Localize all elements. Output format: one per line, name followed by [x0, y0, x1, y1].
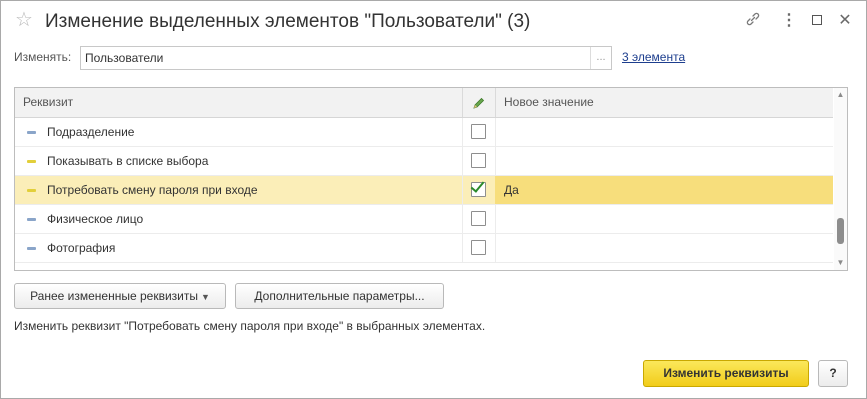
- table-row[interactable]: Фотография: [15, 234, 833, 263]
- table-header: Реквизит Новое значение: [15, 88, 833, 118]
- scroll-thumb[interactable]: [837, 218, 844, 244]
- new-value-cell[interactable]: Да: [495, 176, 833, 204]
- attribute-marker-icon: [27, 160, 36, 163]
- dropdown-arrow-icon: ▼: [200, 292, 210, 302]
- maximize-icon[interactable]: [807, 11, 827, 31]
- attribute-name: Потребовать смену пароля при входе: [47, 183, 258, 197]
- more-icon[interactable]: ⋮: [779, 11, 799, 31]
- attributes-table: Реквизит Новое значение Подразделение По…: [14, 87, 848, 271]
- change-checkbox[interactable]: [471, 153, 486, 168]
- attribute-name: Показывать в списке выбора: [47, 154, 209, 168]
- hint-text: Изменить реквизит "Потребовать смену пар…: [14, 319, 486, 333]
- help-button[interactable]: ?: [818, 360, 848, 387]
- column-rekvizit[interactable]: Реквизит: [23, 88, 73, 117]
- new-value-cell[interactable]: [495, 118, 833, 146]
- link-icon[interactable]: [743, 11, 763, 31]
- attribute-marker-icon: [27, 247, 36, 250]
- scroll-down-icon[interactable]: ▼: [836, 258, 845, 268]
- table-row[interactable]: Подразделение: [15, 118, 833, 147]
- attribute-name: Фотография: [47, 241, 116, 255]
- column-new-value[interactable]: Новое значение: [504, 88, 594, 117]
- table-scrollbar[interactable]: ▲ ▼: [834, 88, 847, 270]
- new-value-cell[interactable]: [495, 205, 833, 233]
- window-title: Изменение выделенных элементов "Пользова…: [45, 11, 531, 32]
- checkmark-icon: [470, 178, 485, 193]
- scroll-up-icon[interactable]: ▲: [836, 90, 845, 100]
- attribute-marker-icon: [27, 218, 36, 221]
- close-icon[interactable]: ✕: [835, 11, 855, 31]
- apply-button[interactable]: Изменить реквизиты: [643, 360, 809, 387]
- new-value-cell[interactable]: [495, 147, 833, 175]
- attribute-marker-icon: [27, 189, 36, 192]
- attribute-name: Подразделение: [47, 125, 135, 139]
- change-input[interactable]: [81, 47, 587, 69]
- star-icon[interactable]: ☆: [15, 10, 33, 30]
- attribute-name: Физическое лицо: [47, 212, 144, 226]
- choose-button[interactable]: ...: [590, 47, 611, 69]
- table-row[interactable]: Показывать в списке выбора: [15, 147, 833, 176]
- change-checkbox[interactable]: [471, 211, 486, 226]
- edit-selected-elements-window: ☆ Изменение выделенных элементов "Пользо…: [0, 0, 867, 399]
- change-checkbox-checked[interactable]: [470, 178, 486, 197]
- additional-params-button[interactable]: Дополнительные параметры...: [235, 283, 444, 309]
- pencil-icon: [462, 88, 496, 117]
- change-checkbox[interactable]: [471, 124, 486, 139]
- table-row-selected[interactable]: Потребовать смену пароля при входе Да: [15, 176, 833, 205]
- change-label: Изменять:: [14, 50, 72, 64]
- change-field[interactable]: ...: [80, 46, 612, 70]
- change-checkbox[interactable]: [471, 240, 486, 255]
- table-row[interactable]: Физическое лицо: [15, 205, 833, 234]
- previous-changed-button[interactable]: Ранее измененные реквизиты ▼: [14, 283, 226, 309]
- elements-count-link[interactable]: 3 элемента: [622, 50, 685, 64]
- attribute-marker-icon: [27, 131, 36, 134]
- new-value-cell[interactable]: [495, 234, 833, 262]
